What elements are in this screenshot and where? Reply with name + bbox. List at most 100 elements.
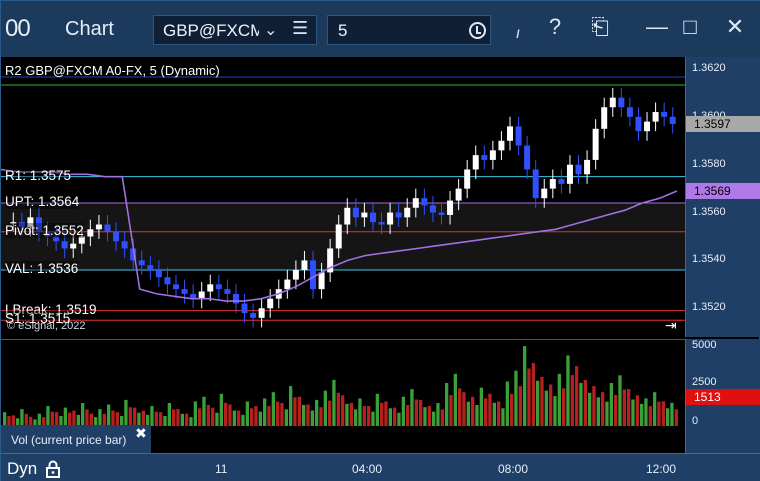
- volume-bar: [133, 407, 137, 426]
- candle-body: [250, 313, 257, 318]
- volume-bar: [55, 412, 59, 426]
- candle-body: [395, 212, 402, 218]
- volume-bar: [124, 399, 128, 426]
- symbol-selector[interactable]: GBP@FXCM ⌄ ☰: [153, 15, 317, 45]
- volume-bar: [267, 406, 271, 426]
- time-axis[interactable]: Dyn 11 04:00 08:00 12:00: [1, 453, 760, 481]
- title-bar: 00 Chart GBP@FXCM ⌄ ☰ 5 ı ? ⎗ — □ ✕: [1, 1, 760, 57]
- volume-bar: [588, 392, 592, 426]
- template-icon[interactable]: ⎗: [586, 14, 614, 40]
- candle-body: [438, 212, 445, 215]
- candle-body: [652, 112, 659, 122]
- volume-bar: [475, 405, 479, 426]
- interval-input[interactable]: 5: [338, 21, 347, 41]
- vol-tick-label: 5000: [692, 339, 717, 351]
- link-icon[interactable]: ı: [504, 25, 532, 43]
- volume-bar: [661, 401, 665, 426]
- maximize-icon[interactable]: □: [676, 14, 704, 40]
- volume-bar: [358, 398, 362, 426]
- candle-body: [369, 212, 376, 223]
- volume-bar: [154, 411, 158, 426]
- level-label: UPT: 1.3564: [5, 193, 80, 209]
- volume-bar: [68, 412, 72, 426]
- interval-selector[interactable]: 5: [327, 15, 491, 45]
- volume-bar: [393, 407, 397, 426]
- volume-bar: [510, 393, 514, 426]
- volume-bar: [263, 398, 267, 426]
- price-tick-label: 1.3620: [692, 61, 726, 74]
- volume-bar: [618, 375, 622, 426]
- volume-axis[interactable]: 5000 2500 0 1513: [685, 339, 760, 453]
- candle-body: [421, 198, 428, 206]
- volume-bar: [531, 363, 535, 426]
- help-icon[interactable]: ?: [541, 14, 569, 40]
- minimize-icon[interactable]: —: [643, 14, 671, 40]
- volume-bar: [410, 389, 414, 426]
- candle-body: [549, 179, 556, 189]
- volume-bar: [150, 406, 154, 426]
- candle-body: [198, 291, 205, 299]
- dynamic-mode-label[interactable]: Dyn: [7, 459, 37, 479]
- candle-body: [378, 222, 385, 225]
- volume-bar: [319, 407, 323, 426]
- candle-body: [215, 284, 222, 290]
- clock-icon[interactable]: [469, 22, 486, 39]
- candle-body: [609, 97, 616, 108]
- candle-body: [481, 155, 488, 160]
- vol-tick-label: 0: [692, 415, 699, 427]
- volume-bar: [241, 414, 245, 426]
- volume-bar: [579, 382, 583, 426]
- volume-bar: [198, 408, 202, 426]
- vol-tick-label: 2500: [692, 376, 717, 388]
- hamburger-menu-icon[interactable]: ☰: [292, 18, 308, 39]
- candle-body: [584, 159, 591, 175]
- candle-body: [669, 116, 676, 125]
- price-panel[interactable]: R2 GBP@FXCM A0-FX, 5 (Dynamic) R1: 1.357…: [0, 57, 685, 337]
- close-study-icon[interactable]: ✖: [133, 425, 149, 442]
- lock-icon[interactable]: [45, 460, 61, 478]
- price-chart[interactable]: [0, 57, 685, 337]
- volume-bar: [293, 397, 297, 426]
- volume-bar: [306, 404, 310, 426]
- volume-chart[interactable]: [1, 340, 685, 427]
- volume-bar: [328, 400, 332, 426]
- volume-bar: [180, 413, 184, 426]
- volume-bar: [237, 410, 241, 426]
- volume-bar: [488, 393, 492, 427]
- volume-bar: [202, 396, 206, 426]
- symbol-input[interactable]: GBP@FXCM: [163, 21, 259, 41]
- volume-bar: [583, 379, 587, 426]
- volume-bar: [137, 412, 141, 426]
- volume-bar: [492, 402, 496, 426]
- candle-body: [104, 224, 111, 232]
- volume-bar: [85, 409, 89, 426]
- volume-bar: [232, 410, 236, 426]
- volume-bar: [388, 408, 392, 426]
- candle-body: [601, 107, 608, 129]
- volume-bar: [302, 405, 306, 426]
- volume-bar: [384, 401, 388, 426]
- time-label: 12:00: [646, 462, 677, 476]
- volume-bar: [423, 407, 427, 426]
- candle-body: [472, 155, 479, 170]
- price-axis[interactable]: 1.36201.36001.35801.35601.35401.3520 1.3…: [685, 57, 760, 337]
- volume-bar: [640, 403, 644, 426]
- volume-bar: [553, 396, 557, 426]
- volume-bar: [284, 409, 288, 426]
- volume-bar: [345, 403, 349, 426]
- volume-bar: [674, 409, 678, 426]
- candle-body: [224, 289, 231, 294]
- volume-bar: [501, 408, 505, 426]
- volume-bar: [440, 409, 444, 426]
- chevron-down-icon[interactable]: ⌄: [264, 20, 277, 40]
- volume-bar: [185, 413, 189, 426]
- jump-to-end-icon[interactable]: ⇥: [665, 317, 677, 334]
- volume-bar: [544, 390, 548, 426]
- volume-bar: [419, 399, 423, 426]
- volume-bar: [332, 379, 336, 426]
- close-icon[interactable]: ✕: [721, 14, 749, 40]
- candle-body: [344, 207, 351, 225]
- last-volume-tag: 1513: [686, 389, 760, 405]
- volume-bar: [81, 403, 85, 426]
- candle-body: [404, 207, 411, 218]
